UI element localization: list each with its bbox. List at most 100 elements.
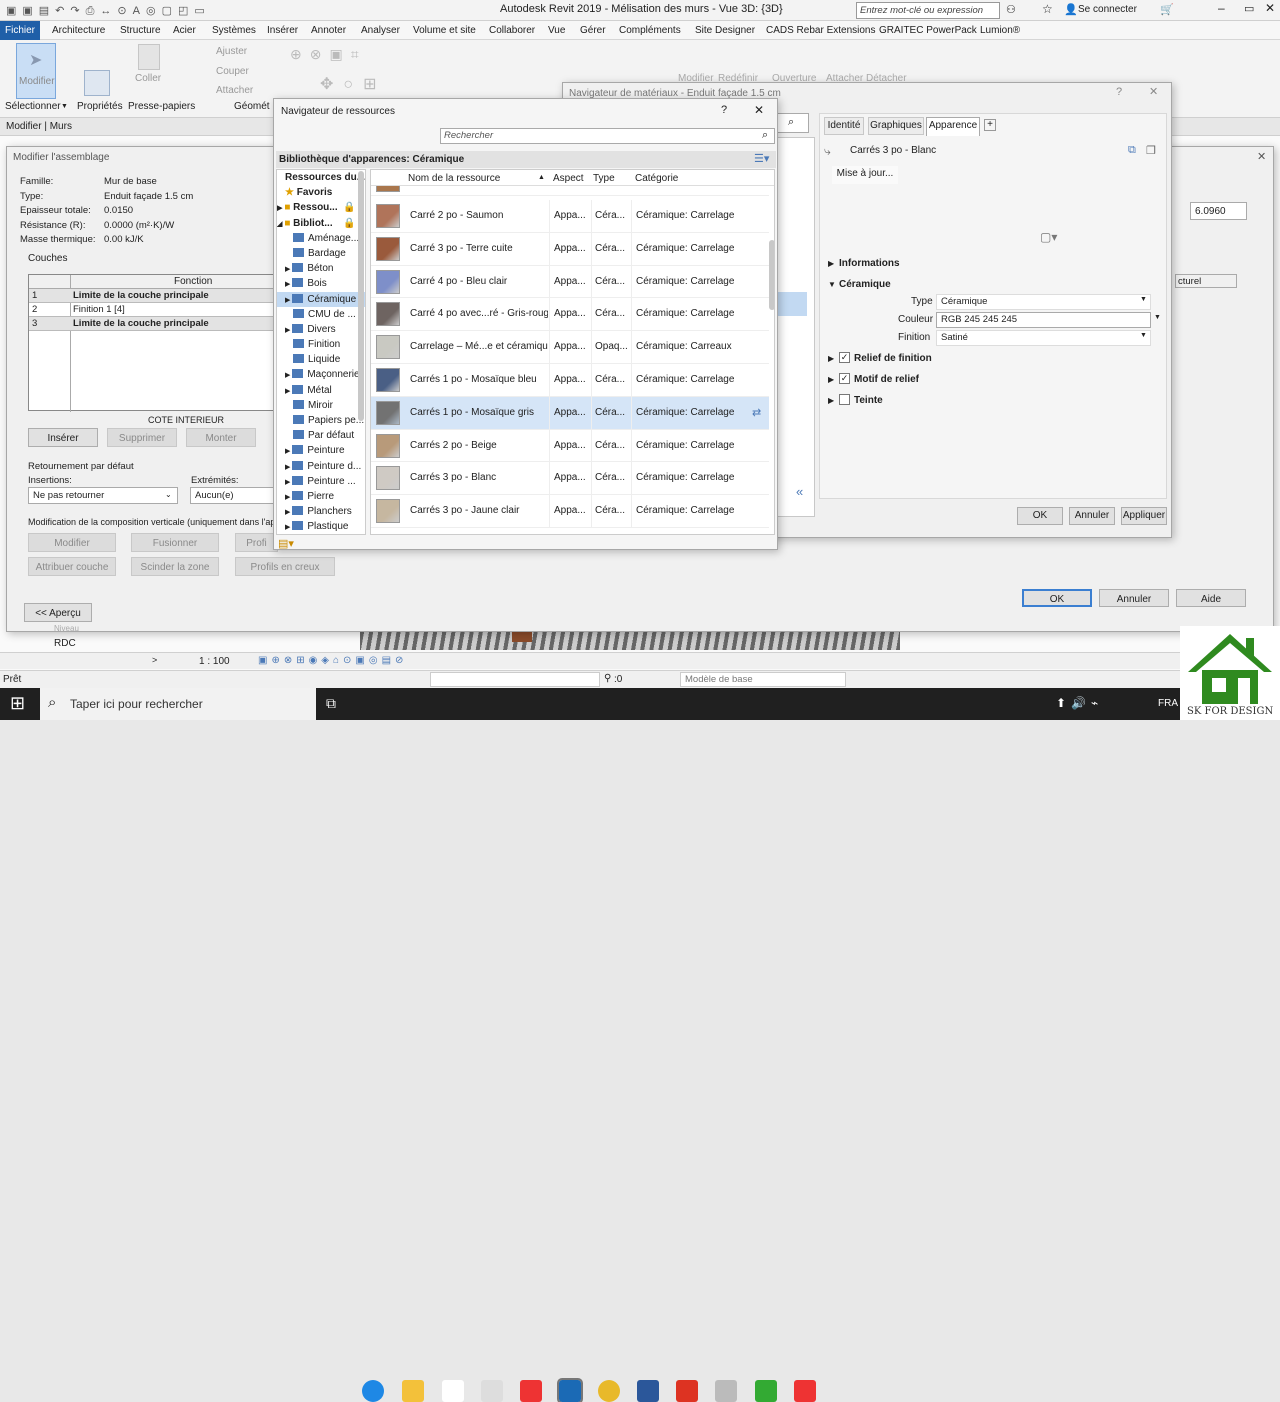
section-informations[interactable]: Informations [839, 258, 900, 269]
menu-structure[interactable]: Structure [120, 25, 161, 36]
search-icon[interactable]: ⌕ [762, 129, 768, 142]
menu-complements[interactable]: Compléments [619, 25, 681, 36]
preview-icon[interactable]: ▢▾ [1040, 230, 1057, 244]
autocad-icon[interactable] [520, 1380, 542, 1402]
tree-item[interactable]: Aménage... [277, 231, 365, 246]
tree-item[interactable]: Ressources du... [277, 170, 365, 185]
menu-annoter[interactable]: Annoter [311, 25, 346, 36]
fusionner-button[interactable]: Fusionner [131, 533, 219, 552]
acrobat-icon[interactable] [676, 1380, 698, 1402]
tree-item[interactable]: ▶ Maçonnerie [277, 367, 365, 382]
level-item[interactable]: RDC [54, 638, 76, 649]
list-item[interactable]: Carrés 3 po - Jaune clair Appa... Céra... C… [371, 495, 769, 528]
modifier-button[interactable]: Modifier [28, 533, 116, 552]
tree-item-selected[interactable]: ▶ Céramique [277, 291, 365, 307]
tab-graphiques[interactable]: Graphiques [868, 117, 924, 135]
list-item[interactable]: Carrelage – Mé...e et céramique Appa... Op… [371, 331, 769, 364]
chevron-right-icon[interactable]: ▶ [828, 354, 834, 363]
tree-item[interactable]: ▶ Métal [277, 383, 365, 398]
attribuer-button[interactable]: Attribuer couche [28, 557, 116, 576]
profils-button[interactable]: Profils en creux [235, 557, 335, 576]
list-view-icon[interactable]: ☰▾ [754, 152, 769, 165]
chevron-right-icon[interactable]: ▶ [828, 375, 834, 384]
menu-acier[interactable]: Acier [173, 25, 196, 36]
status-field[interactable] [430, 672, 600, 687]
tray-icons[interactable]: ⬆🔊⌁ [1056, 696, 1103, 710]
menu-fichier[interactable]: Fichier [0, 21, 40, 40]
list-item[interactable]: Carrés 1 po - Mosaïque gris Appa... Céra..… [371, 396, 769, 430]
table-row[interactable]: 2 Finition 1 [4] [29, 303, 279, 317]
add-tab-icon[interactable]: + [984, 119, 996, 131]
help-icon[interactable]: ? [721, 104, 727, 116]
maximize-icon[interactable]: ▭ [1244, 2, 1254, 15]
list-item[interactable]: Carré 4 po - Bleu clair Appa... Céra... Cér… [371, 265, 769, 299]
help-search-input[interactable]: Entrez mot-clé ou expression [856, 2, 1000, 19]
revit-icon[interactable] [557, 1378, 583, 1402]
menu-collaborer[interactable]: Collaborer [489, 25, 535, 36]
tree-item[interactable]: ▶ Planchers [277, 504, 365, 519]
edge-icon[interactable] [362, 1380, 384, 1402]
list-item[interactable]: Carré 3 po - Terre cuite Appa... Céra... Cé… [371, 232, 769, 266]
close-icon[interactable]: ✕ [1257, 150, 1266, 163]
ribbon-modify-icons[interactable]: ⊕⊗▣⌗ [290, 46, 367, 63]
menu-volume[interactable]: Volume et site [413, 25, 476, 36]
tree-item[interactable]: ▶ ■ Ressou... 🔒 [277, 200, 365, 215]
col-nom[interactable]: Nom de la ressource [408, 173, 500, 184]
tree-item[interactable]: CMU de ... [277, 307, 365, 322]
collapse-icon[interactable]: « [796, 484, 803, 499]
update-button[interactable]: Mise à jour... [832, 166, 898, 184]
type-select[interactable]: Céramique [936, 294, 1151, 310]
chevron-down-icon[interactable]: ▼ [828, 280, 836, 289]
materials-ok-button[interactable]: OK [1017, 507, 1063, 525]
task-view-icon[interactable]: ⧉ [326, 695, 336, 712]
quick-access-icons[interactable]: ▣▣▤↶↷⎙↔⊙A◎▢◰▭ [6, 4, 211, 18]
windows-start-icon[interactable]: ⊞ [10, 693, 25, 714]
word-icon[interactable] [637, 1380, 659, 1402]
tree-item[interactable]: ▶ Béton [277, 261, 365, 276]
chevron-right-icon[interactable]: ▶ [828, 396, 834, 405]
materials-annuler-button[interactable]: Annuler [1069, 507, 1115, 525]
tree-item[interactable]: ▶ Peinture [277, 443, 365, 458]
supprimer-button[interactable]: Supprimer [107, 428, 177, 447]
tree-item[interactable]: Par défaut [277, 428, 365, 443]
insertions-select[interactable]: Ne pas retourner [28, 487, 178, 504]
app-icon[interactable] [715, 1380, 737, 1402]
relief-checkbox[interactable]: ✓ [839, 352, 850, 363]
couleur-field[interactable]: RGB 245 245 245 [936, 312, 1151, 328]
chevron-right-icon[interactable]: ▶ [828, 259, 834, 268]
menu-graitec[interactable]: GRAITEC PowerPack [879, 25, 977, 36]
tree-item[interactable]: ▶ Peinture d... [277, 459, 365, 474]
tree-item[interactable]: ◢ ■ Bibliot... 🔒 [277, 216, 365, 231]
duplicate-icon[interactable]: ⧉ [1128, 144, 1136, 157]
menu-site-designer[interactable]: Site Designer [695, 25, 755, 36]
user-icon[interactable]: 👤 [1064, 3, 1078, 16]
menu-systemes[interactable]: Systèmes [212, 25, 256, 36]
search-icon[interactable]: ⌕ [788, 116, 794, 129]
help-icon[interactable]: ? [1116, 86, 1122, 98]
scinder-button[interactable]: Scinder la zone [131, 557, 219, 576]
tree-item[interactable]: ▶ Pierre [277, 489, 365, 504]
asset-search-input[interactable]: Rechercher ⌕ [440, 128, 775, 144]
menu-lumion[interactable]: Lumion® [980, 25, 1020, 36]
tree-item[interactable]: Liquide [277, 352, 365, 367]
list-item[interactable]: Carré 2 po - Saumon Appa... Céra... Céramiq… [371, 200, 769, 233]
monter-button[interactable]: Monter [186, 428, 256, 447]
inserer-button[interactable]: Insérer [28, 428, 98, 447]
teinte-checkbox[interactable] [839, 394, 850, 405]
list-item[interactable]: Carrés 1 po - Mosaïque bleu Appa... Céra..… [371, 364, 769, 397]
tab-identite[interactable]: Identité [824, 117, 864, 135]
paste-icon[interactable] [138, 44, 160, 70]
col-categorie[interactable]: Catégorie [635, 173, 678, 184]
minimize-icon[interactable]: – [1218, 1, 1225, 15]
menu-vue[interactable]: Vue [548, 25, 565, 36]
tree-item[interactable]: ▶ Divers [277, 322, 365, 337]
scale-label[interactable]: 1 : 100 [199, 656, 230, 667]
list-scrollbar[interactable] [769, 240, 774, 310]
chrome-icon[interactable] [598, 1380, 620, 1402]
cart-icon[interactable]: 🛒 [1160, 3, 1174, 16]
tree-scrollbar[interactable] [358, 171, 364, 421]
recorder-icon[interactable] [794, 1380, 816, 1402]
tree-item[interactable]: Finition [277, 337, 365, 352]
level-item[interactable]: Niveau [54, 624, 79, 633]
star-icon[interactable]: ☆ [1042, 2, 1053, 16]
